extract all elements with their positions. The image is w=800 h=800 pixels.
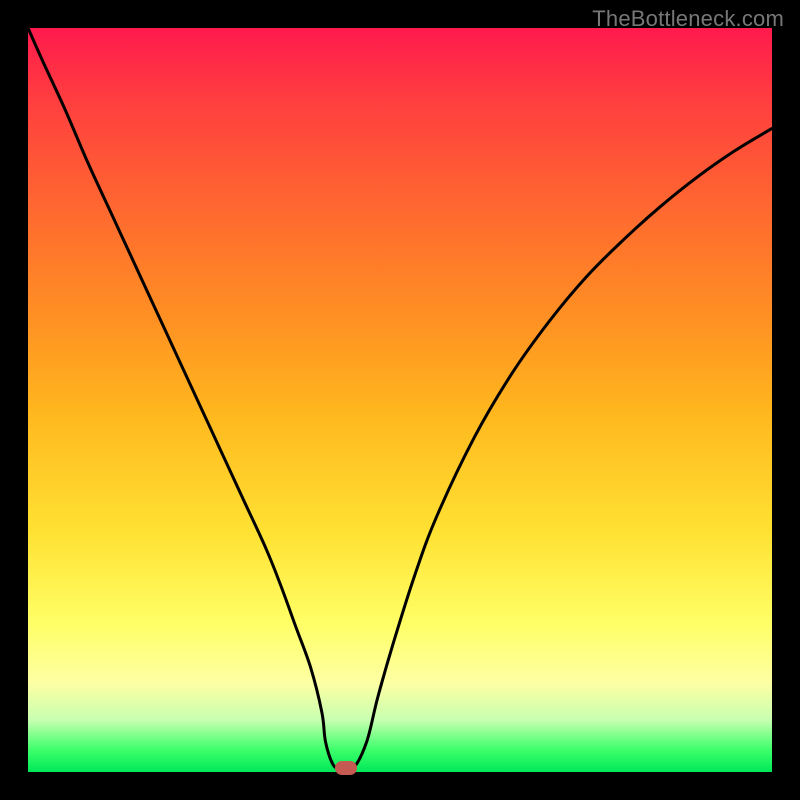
curve-svg <box>28 28 772 772</box>
plot-area <box>28 28 772 772</box>
chart-frame: TheBottleneck.com <box>0 0 800 800</box>
bottleneck-curve <box>28 28 772 771</box>
optimal-point-marker <box>335 761 357 775</box>
watermark-text: TheBottleneck.com <box>592 6 784 32</box>
